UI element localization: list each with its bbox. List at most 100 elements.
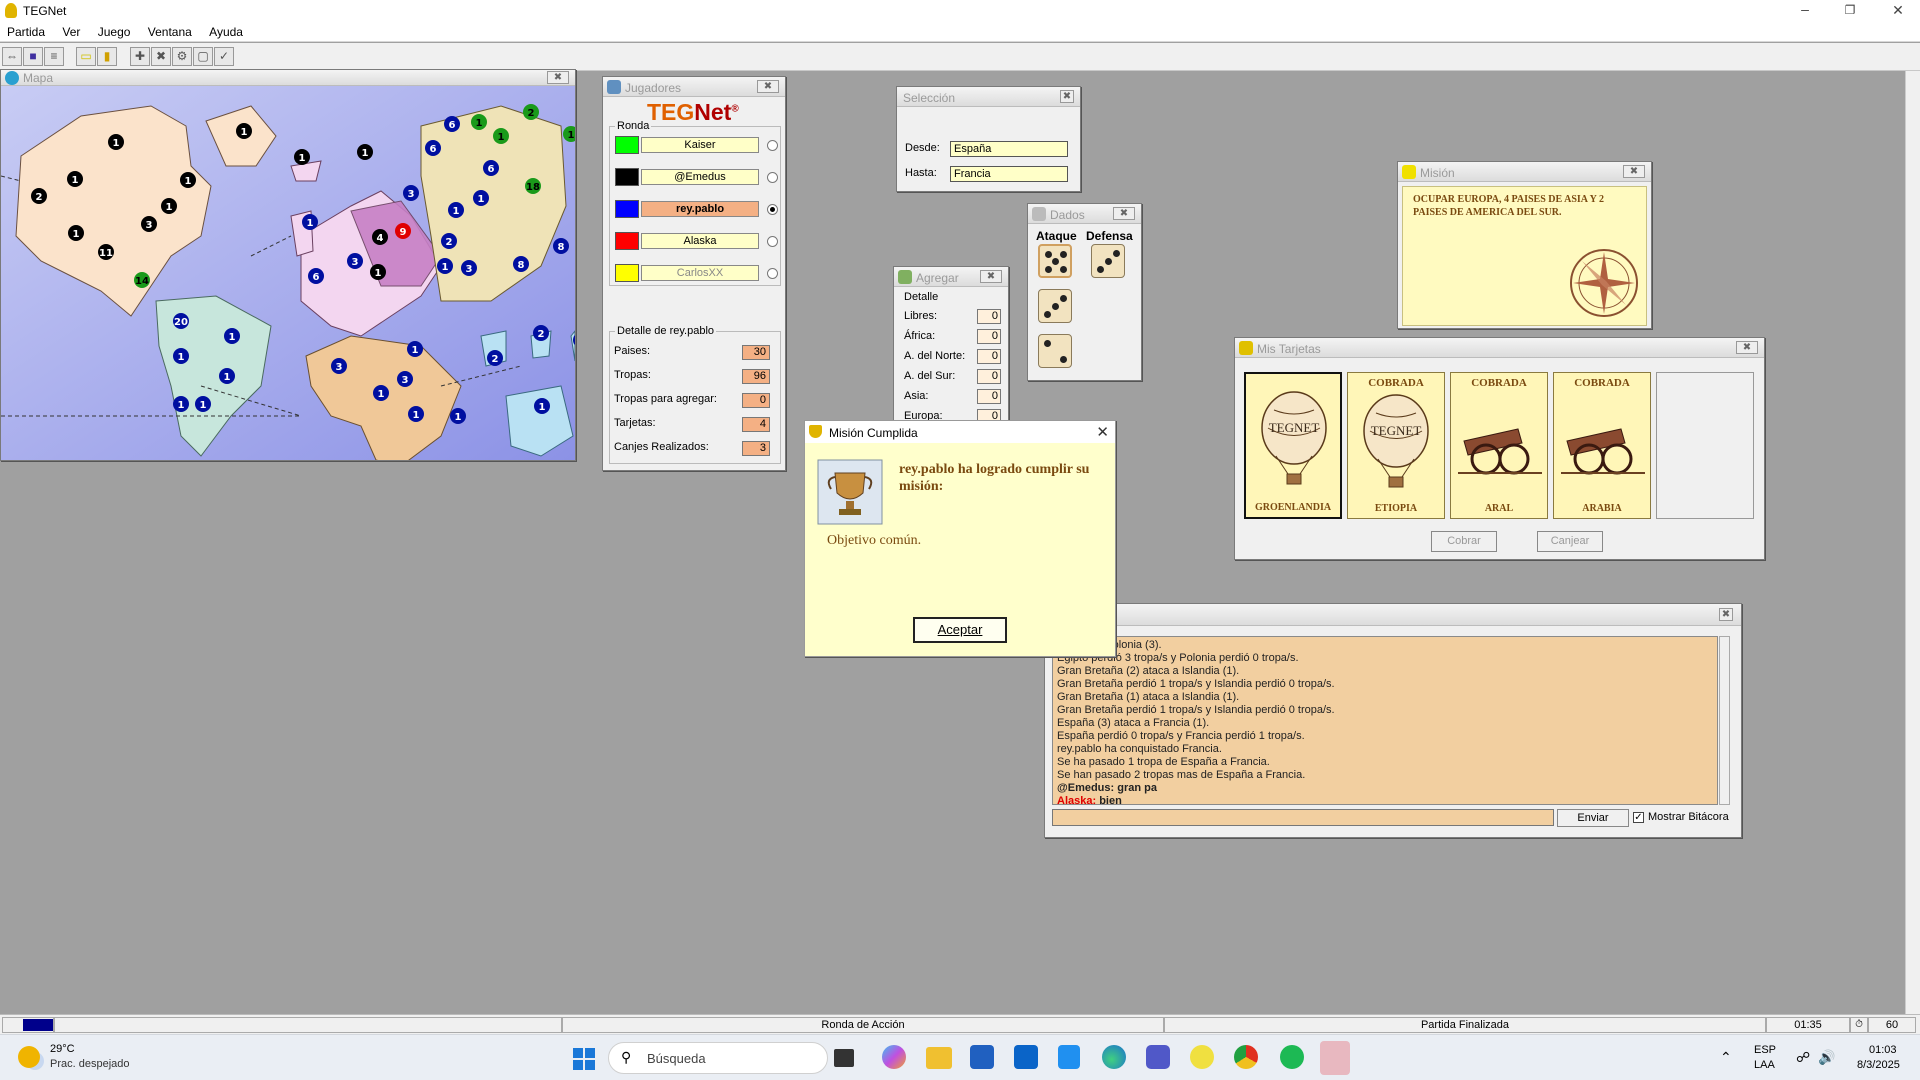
connect-icon[interactable]: ⇔ xyxy=(2,47,22,66)
player-row[interactable]: Kaiser xyxy=(615,136,778,154)
chat-close-button[interactable]: ✖ xyxy=(1719,608,1733,621)
keyboard-layout[interactable]: LAA xyxy=(1754,1059,1775,1071)
chat-log[interactable]: ...ataca a Polonia (3). Egipto perdió 3 … xyxy=(1052,636,1718,805)
dice-icon[interactable]: ■ xyxy=(23,47,43,66)
menu-juego[interactable]: Juego xyxy=(91,22,138,39)
country-card[interactable]: COBRADA TEGNET ETIOPIA xyxy=(1347,372,1445,519)
todo-icon[interactable] xyxy=(1058,1045,1080,1069)
exchange-button[interactable]: Canjear xyxy=(1537,531,1603,552)
end-turn-icon[interactable]: ✓ xyxy=(214,47,234,66)
to-field[interactable]: Francia xyxy=(950,166,1068,182)
map-window-titlebar[interactable]: Mapa ✖ xyxy=(1,70,575,86)
cards-close-button[interactable]: ✖ xyxy=(1736,341,1758,354)
minimize-button[interactable]: – xyxy=(1790,0,1820,22)
menu-partida[interactable]: Partida xyxy=(0,22,52,39)
chat-input[interactable] xyxy=(1052,809,1554,826)
player-radio[interactable] xyxy=(767,172,778,183)
toolbar: ⇔ ■ ≡ ▭ ▮ ✚ ✖ ⚙ ▢ ✓ xyxy=(0,43,1920,71)
svg-text:1: 1 xyxy=(442,262,449,273)
selection-window-titlebar[interactable]: Selección ✖ xyxy=(897,87,1080,107)
dialog-titlebar[interactable]: Misión Cumplida ✕ xyxy=(805,421,1115,443)
from-field[interactable]: España xyxy=(950,141,1068,157)
player-row[interactable]: CarlosXX xyxy=(615,264,778,282)
accept-button[interactable]: Aceptar xyxy=(913,617,1007,643)
teams-icon[interactable] xyxy=(1146,1045,1170,1069)
clock-date[interactable]: 8/3/2025 xyxy=(1857,1059,1900,1071)
get-card-icon[interactable]: ▢ xyxy=(193,47,213,66)
weather-desc: Prac. despejado xyxy=(50,1058,130,1070)
add-troops-close-button[interactable]: ✖ xyxy=(980,270,1002,283)
copilot-icon[interactable] xyxy=(882,1045,906,1069)
spotify-icon[interactable] xyxy=(1280,1045,1304,1069)
country-card[interactable]: COBRADA ARAL xyxy=(1450,372,1548,519)
dice-window-titlebar[interactable]: Dados ✖ xyxy=(1028,204,1141,224)
calculator-icon[interactable] xyxy=(1320,1041,1350,1075)
close-button[interactable]: ✕ xyxy=(1880,0,1916,22)
dialog-close-button[interactable]: ✕ xyxy=(1096,423,1109,441)
selection-close-button[interactable]: ✖ xyxy=(1060,90,1074,103)
chrome-icon[interactable] xyxy=(1234,1045,1258,1069)
add-row-label: África: xyxy=(904,330,936,342)
add-row-value[interactable]: 0 xyxy=(977,309,1001,324)
volume-icon[interactable]: 🔊 xyxy=(1818,1049,1835,1066)
cards-window-titlebar[interactable]: Mis Tarjetas ✖ xyxy=(1235,338,1764,358)
list-icon[interactable]: ≡ xyxy=(44,47,64,66)
outlook-icon[interactable] xyxy=(1014,1045,1038,1069)
players-close-button[interactable]: ✖ xyxy=(757,80,779,93)
weather-sun-icon[interactable] xyxy=(18,1046,40,1068)
chat-window-titlebar[interactable]: ✖ xyxy=(1045,604,1741,626)
player-radio-selected[interactable] xyxy=(767,204,778,215)
log-scrollbar[interactable] xyxy=(1719,636,1730,805)
network-icon[interactable]: ☍ xyxy=(1796,1049,1810,1066)
store-icon[interactable] xyxy=(970,1045,994,1069)
players-window-titlebar[interactable]: Jugadores ✖ xyxy=(603,77,785,97)
tegnet-taskbar-icon[interactable] xyxy=(1190,1045,1214,1069)
search-box[interactable]: ⚲ Búsqueda xyxy=(608,1042,828,1074)
language-code[interactable]: ESP xyxy=(1754,1044,1776,1056)
dice-close-button[interactable]: ✖ xyxy=(1113,207,1135,220)
svg-text:6: 6 xyxy=(313,272,320,283)
mission-window-titlebar[interactable]: Misión ✖ xyxy=(1398,162,1651,182)
start-windows-icon[interactable] xyxy=(573,1048,595,1070)
regroup-icon[interactable]: ⚙ xyxy=(172,47,192,66)
add-row-value[interactable]: 0 xyxy=(977,329,1001,344)
show-log-checkbox[interactable]: ✓ xyxy=(1633,812,1644,823)
world-map[interactable]: 1 2 1 1 1 3 1 11 1 14 20 1 1 1 1 1 1 1 1… xyxy=(1,86,575,460)
status-time: 01:35 xyxy=(1766,1017,1850,1033)
add-row-value[interactable]: 0 xyxy=(977,349,1001,364)
add-row-value[interactable]: 0 xyxy=(977,369,1001,384)
player-row-active[interactable]: rey.pablo xyxy=(615,200,778,218)
add-troops-window-title: Agregar xyxy=(916,271,959,285)
mission-close-button[interactable]: ✖ xyxy=(1623,165,1645,178)
map-close-button[interactable]: ✖ xyxy=(547,71,569,84)
mission-icon[interactable]: ▭ xyxy=(76,47,96,66)
menu-ventana[interactable]: Ventana xyxy=(141,22,199,39)
file-explorer-icon[interactable] xyxy=(926,1047,952,1069)
add-row-value[interactable]: 0 xyxy=(977,389,1001,404)
task-view-icon[interactable] xyxy=(834,1049,854,1067)
player-row[interactable]: Alaska xyxy=(615,232,778,250)
menu-bar: Partida Ver Juego Ventana Ayuda xyxy=(0,22,1920,42)
restore-button[interactable]: ❐ xyxy=(1835,0,1865,22)
menu-ver[interactable]: Ver xyxy=(55,22,87,39)
clock-time[interactable]: 01:03 xyxy=(1869,1044,1897,1056)
add-troops-icon[interactable]: ✚ xyxy=(130,47,150,66)
player-row[interactable]: @Emedus xyxy=(615,168,778,186)
player-radio[interactable] xyxy=(767,236,778,247)
collect-button[interactable]: Cobrar xyxy=(1431,531,1497,552)
cards-icon[interactable]: ▮ xyxy=(97,47,117,66)
svg-text:4: 4 xyxy=(377,233,384,244)
country-card[interactable]: COBRADA ARABIA xyxy=(1553,372,1651,519)
tray-chevron-icon[interactable]: ⌃ xyxy=(1720,1049,1732,1066)
attack-icon[interactable]: ✖ xyxy=(151,47,171,66)
player-radio[interactable] xyxy=(767,268,778,279)
player-radio[interactable] xyxy=(767,140,778,151)
menu-ayuda[interactable]: Ayuda xyxy=(202,22,250,39)
vertical-scrollbar[interactable] xyxy=(1905,71,1920,1014)
svg-text:6: 6 xyxy=(430,144,437,155)
svg-text:3: 3 xyxy=(146,220,153,231)
send-button[interactable]: Enviar xyxy=(1557,809,1629,827)
edge-icon[interactable] xyxy=(1102,1045,1126,1069)
add-troops-window-titlebar[interactable]: Agregar ✖ xyxy=(894,267,1008,287)
country-card[interactable]: TEGNET GROENLANDIA xyxy=(1244,372,1342,519)
